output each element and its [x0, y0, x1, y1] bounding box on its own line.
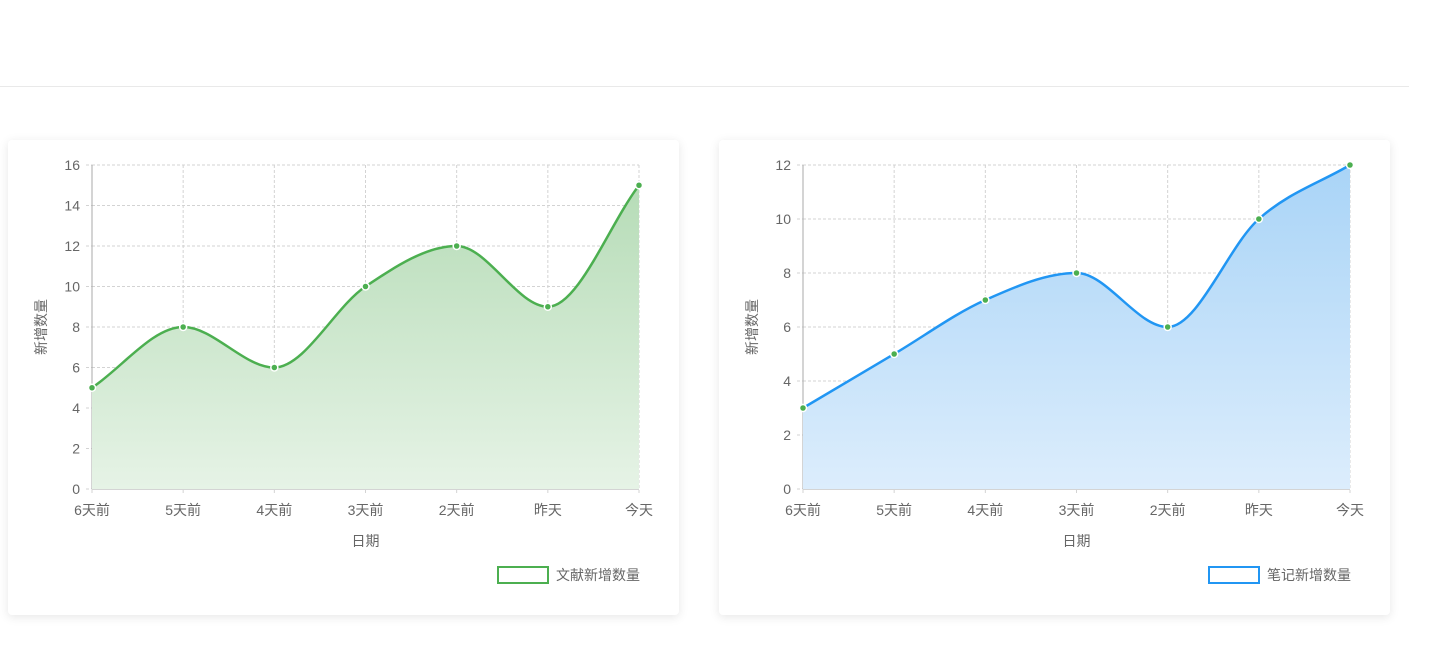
- y-tick-label: 10: [775, 211, 791, 227]
- y-tick-label: 10: [64, 279, 80, 295]
- x-tick-label: 2天前: [1150, 502, 1186, 518]
- x-axis-title: 日期: [1063, 533, 1091, 549]
- data-point[interactable]: [452, 241, 461, 251]
- y-axis-title: 新增数量: [744, 299, 760, 355]
- data-point[interactable]: [270, 363, 279, 372]
- data-point[interactable]: [87, 383, 97, 392]
- legend-swatch: [1208, 566, 1260, 584]
- x-tick-label: 今天: [625, 502, 653, 518]
- x-tick-label: 6天前: [785, 502, 821, 518]
- legend[interactable]: 笔记新增数量: [1208, 566, 1351, 584]
- data-point[interactable]: [1254, 214, 1264, 224]
- y-tick-label: 2: [783, 427, 791, 443]
- y-tick-label: 12: [64, 238, 80, 254]
- y-tick-label: 2: [72, 441, 80, 457]
- y-tick-label: 4: [72, 400, 80, 416]
- literature-chart-card: 0 2 4 6 8 10 12 14 16 6天前 5天前 4天前 3天前 2天前 昨天 今天日期 新增数量文献…: [8, 140, 679, 615]
- legend[interactable]: 文献新增数量: [497, 566, 640, 584]
- data-point[interactable]: [634, 181, 644, 190]
- y-tick-label: 0: [783, 481, 791, 497]
- x-tick-label: 今天: [1336, 502, 1364, 518]
- notes-chart-card: 0 2 4 6 8 10 12 6天前 5天前 4天前 3天前 2天前 昨天 今天日期 新增数量笔记新增数量: [719, 140, 1390, 615]
- data-point[interactable]: [178, 322, 188, 332]
- literature-area-chart: 0 2 4 6 8 10 12 14 16 6天前 5天前 4天前 3天前 2天前 昨天 今天日期 新增数量文献…: [33, 157, 653, 584]
- legend-label: 笔记新增数量: [1267, 567, 1351, 583]
- x-tick-label: 5天前: [876, 502, 912, 518]
- y-tick-label: 14: [64, 198, 80, 214]
- y-tick-label: 6: [72, 360, 80, 376]
- data-point[interactable]: [798, 403, 808, 413]
- x-tick-label: 3天前: [348, 502, 384, 518]
- data-point[interactable]: [981, 295, 990, 305]
- x-tick-label: 3天前: [1059, 502, 1095, 518]
- x-axis-title: 日期: [352, 533, 380, 549]
- y-axis-title: 新增数量: [33, 299, 49, 355]
- x-tick-label: 昨天: [534, 502, 562, 518]
- data-point[interactable]: [1072, 268, 1081, 278]
- header-divider: [0, 86, 1409, 87]
- x-tick-label: 2天前: [439, 502, 475, 518]
- x-tick-label: 5天前: [165, 502, 201, 518]
- y-tick-label: 6: [783, 319, 791, 335]
- legend-swatch: [497, 566, 549, 584]
- data-point[interactable]: [361, 282, 370, 291]
- y-tick-label: 8: [72, 319, 80, 335]
- notes-area-chart: 0 2 4 6 8 10 12 6天前 5天前 4天前 3天前 2天前 昨天 今天日期 新增数量笔记新增数量: [744, 157, 1364, 584]
- x-tick-label: 4天前: [256, 502, 292, 518]
- legend-label: 文献新增数量: [556, 567, 640, 583]
- y-tick-label: 16: [64, 157, 80, 173]
- y-tick-label: 4: [783, 373, 791, 389]
- data-point[interactable]: [543, 302, 553, 311]
- y-tick-label: 8: [783, 265, 791, 281]
- x-tick-label: 昨天: [1245, 502, 1273, 518]
- data-point[interactable]: [1163, 322, 1172, 332]
- x-tick-label: 6天前: [74, 502, 110, 518]
- y-tick-label: 12: [775, 157, 791, 173]
- x-tick-label: 4天前: [967, 502, 1003, 518]
- data-point[interactable]: [1345, 160, 1355, 170]
- y-tick-label: 0: [72, 481, 80, 497]
- data-point[interactable]: [889, 349, 899, 359]
